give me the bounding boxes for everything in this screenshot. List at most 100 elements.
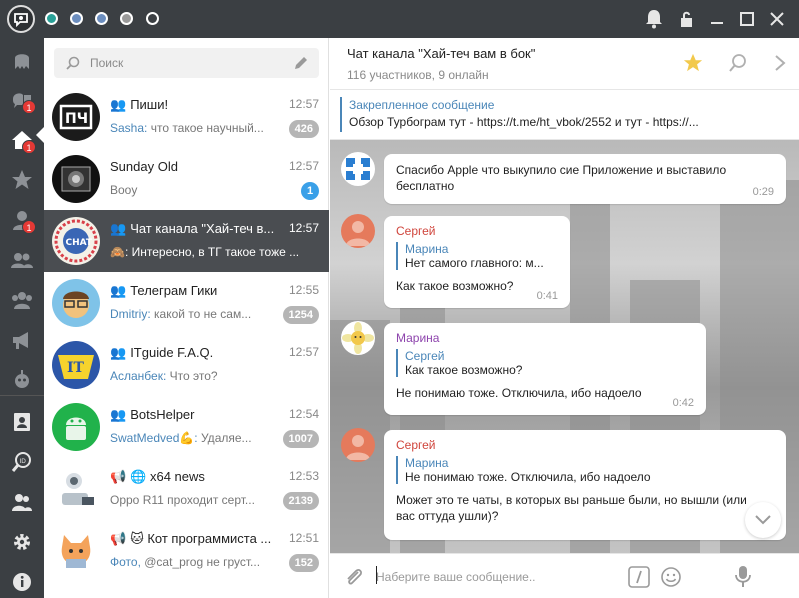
rail-item-channels[interactable] — [0, 320, 44, 360]
chat-preview: 🙈: Интересно, в ТГ такое тоже ... — [110, 245, 300, 259]
message-bubble[interactable]: Марина Сергей Как такое возможно? Не пон… — [384, 323, 706, 415]
active-folder-indicator — [36, 127, 44, 143]
account-dot-2[interactable] — [70, 12, 83, 25]
maximize-icon[interactable] — [736, 8, 758, 30]
rail-item-contacts[interactable] — [0, 402, 44, 442]
chat-title: Пиши! — [130, 97, 169, 112]
reply-author: Сергей — [405, 349, 445, 363]
chat-sender: Sasha: — [110, 121, 148, 135]
rail-item-bots[interactable] — [0, 360, 44, 400]
rail-item-search-id[interactable]: ID — [0, 442, 44, 482]
chat-time: 12:57 — [288, 159, 319, 173]
unread-badge: 152 — [288, 554, 319, 572]
rail-item-private[interactable]: 1 — [0, 200, 44, 240]
pinned-text: Обзор Турбограм тут - https://t.me/ht_vb… — [349, 115, 699, 129]
contacts-icon — [14, 413, 30, 431]
message-time: 0:41 — [536, 290, 558, 302]
account-dot-1[interactable] — [45, 12, 58, 25]
reply-author: Марина — [405, 242, 449, 256]
chat-row[interactable]: IT 👥 ITguide F.A.Q. 12:57 Асланбек: Что э… — [44, 334, 329, 396]
chat-row[interactable]: 📢 🐱 Кот программиста ... 12:51 Фото, @cat… — [44, 520, 329, 582]
pinned-accent-bar — [340, 97, 342, 132]
chevron-right-icon[interactable] — [770, 53, 790, 73]
settings-icon — [14, 534, 30, 550]
avatar: CHAT — [52, 217, 100, 265]
rail-item-chats[interactable]: 1 — [0, 80, 44, 120]
rail-item-supergroups[interactable] — [0, 280, 44, 320]
message-text: Как такое возможно? — [396, 279, 514, 293]
rail-item-settings[interactable] — [0, 522, 44, 562]
microphone-icon[interactable] — [732, 564, 754, 588]
avatar[interactable] — [341, 152, 375, 186]
message-bubble[interactable]: Спасибо Apple что выкупило сие Приложени… — [384, 154, 786, 204]
lock-icon[interactable] — [676, 8, 698, 30]
scroll-down-button[interactable] — [745, 502, 781, 538]
account-dot-3[interactable] — [95, 12, 108, 25]
group-icon: 👥 — [110, 221, 127, 236]
rail-item-ghost[interactable] — [0, 40, 44, 80]
attach-icon[interactable] — [344, 566, 364, 588]
megaphone-icon: 📢 — [110, 531, 127, 546]
search-input[interactable]: Поиск — [54, 48, 319, 78]
rail-item-favorites[interactable] — [0, 160, 44, 200]
rail-item-groups[interactable] — [0, 240, 44, 280]
folder-rail: 1 1 1 ID — [0, 38, 44, 598]
chat-row[interactable]: ПЧ 👥 Пиши! 12:57 Sasha: что такое научный… — [44, 86, 329, 148]
reply-quote[interactable]: Марина Нет самого главного: м... — [396, 242, 558, 270]
chat-title-header[interactable]: Чат канала "Хай-теч вам в бок" — [347, 46, 535, 61]
chat-preview: @cat_prog не груст... — [144, 555, 261, 569]
chat-title: BotsHelper — [130, 407, 195, 422]
people-icon — [12, 494, 32, 511]
title-bar — [0, 0, 799, 38]
rail-badge-home: 1 — [22, 140, 36, 154]
megaphone-icon — [13, 332, 28, 349]
star-icon[interactable] — [683, 53, 703, 73]
message-bubble[interactable]: Сергей Марина Не понимаю тоже. Отключила… — [384, 430, 786, 540]
chat-title: Чат канала "Хай-теч в... — [130, 221, 275, 236]
group-icon — [11, 253, 33, 268]
chat-preview: Oppo R11 проходит серт... — [110, 493, 255, 507]
avatar[interactable] — [341, 321, 375, 355]
chat-time: 12:51 — [288, 531, 319, 545]
compose-pencil-icon[interactable] — [293, 55, 309, 71]
close-icon[interactable] — [766, 8, 788, 30]
chat-row[interactable]: 👥 BotsHelper 12:54 SwatMedved💪: Удаляе...… — [44, 396, 329, 458]
search-placeholder: Поиск — [90, 56, 124, 70]
unread-badge: 1007 — [282, 430, 319, 448]
message-bubble[interactable]: Сергей Марина Нет самого главного: м... … — [384, 216, 570, 308]
minimize-icon[interactable] — [706, 8, 728, 30]
rail-item-info[interactable] — [0, 562, 44, 598]
message-time: 0:42 — [672, 397, 694, 409]
bot-icon — [15, 370, 29, 388]
account-dot-5[interactable] — [146, 12, 159, 25]
chat-preview: какой то не сам... — [154, 307, 252, 321]
account-dot-4[interactable] — [120, 12, 133, 25]
message-input[interactable] — [376, 566, 606, 588]
command-slash-icon[interactable] — [628, 566, 650, 588]
chat-row[interactable]: Sunday Old 12:57 Booy 1 — [44, 148, 329, 210]
search-icon[interactable] — [728, 53, 748, 73]
avatar[interactable] — [341, 214, 375, 248]
ghost-icon — [15, 54, 29, 69]
app-logo-icon[interactable] — [7, 5, 35, 33]
rail-item-people[interactable] — [0, 482, 44, 522]
chat-time: 12:57 — [288, 97, 319, 111]
bell-icon[interactable] — [643, 8, 665, 30]
chat-row[interactable]: 👥 Телеграм Гики 12:55 Dmitriy: какой то н… — [44, 272, 329, 334]
chat-sender: Dmitriy: — [110, 307, 151, 321]
pinned-message[interactable]: Закрепленное сообщение Обзор Турбограм т… — [330, 90, 799, 140]
chat-time: 12:57 — [288, 345, 319, 359]
message-sender: Сергей — [396, 438, 436, 452]
chat-header: Чат канала "Хай-теч вам в бок" 116 участ… — [330, 38, 799, 90]
message-text: Может это те чаты, в которых вы раньше б… — [396, 493, 747, 523]
group-icon: 👥 — [110, 407, 127, 422]
reply-quote[interactable]: Сергей Как такое возможно? — [396, 349, 694, 377]
chat-title: ITguide F.A.Q. — [130, 345, 214, 360]
emoji-icon[interactable] — [660, 566, 682, 588]
avatar[interactable] — [341, 428, 375, 462]
chat-row[interactable]: 📢 🌐 x64 news 12:53 Oppo R11 проходит серт… — [44, 458, 329, 520]
message-area[interactable]: Спасибо Apple что выкупило сие Приложени… — [330, 140, 799, 553]
reply-quote[interactable]: Марина Не понимаю тоже. Отключила, ибо н… — [396, 456, 774, 484]
avatar — [52, 155, 100, 203]
chat-row-active[interactable]: CHAT 👥 Чат канала "Хай-теч в... 12:57 🙈: … — [44, 210, 329, 272]
